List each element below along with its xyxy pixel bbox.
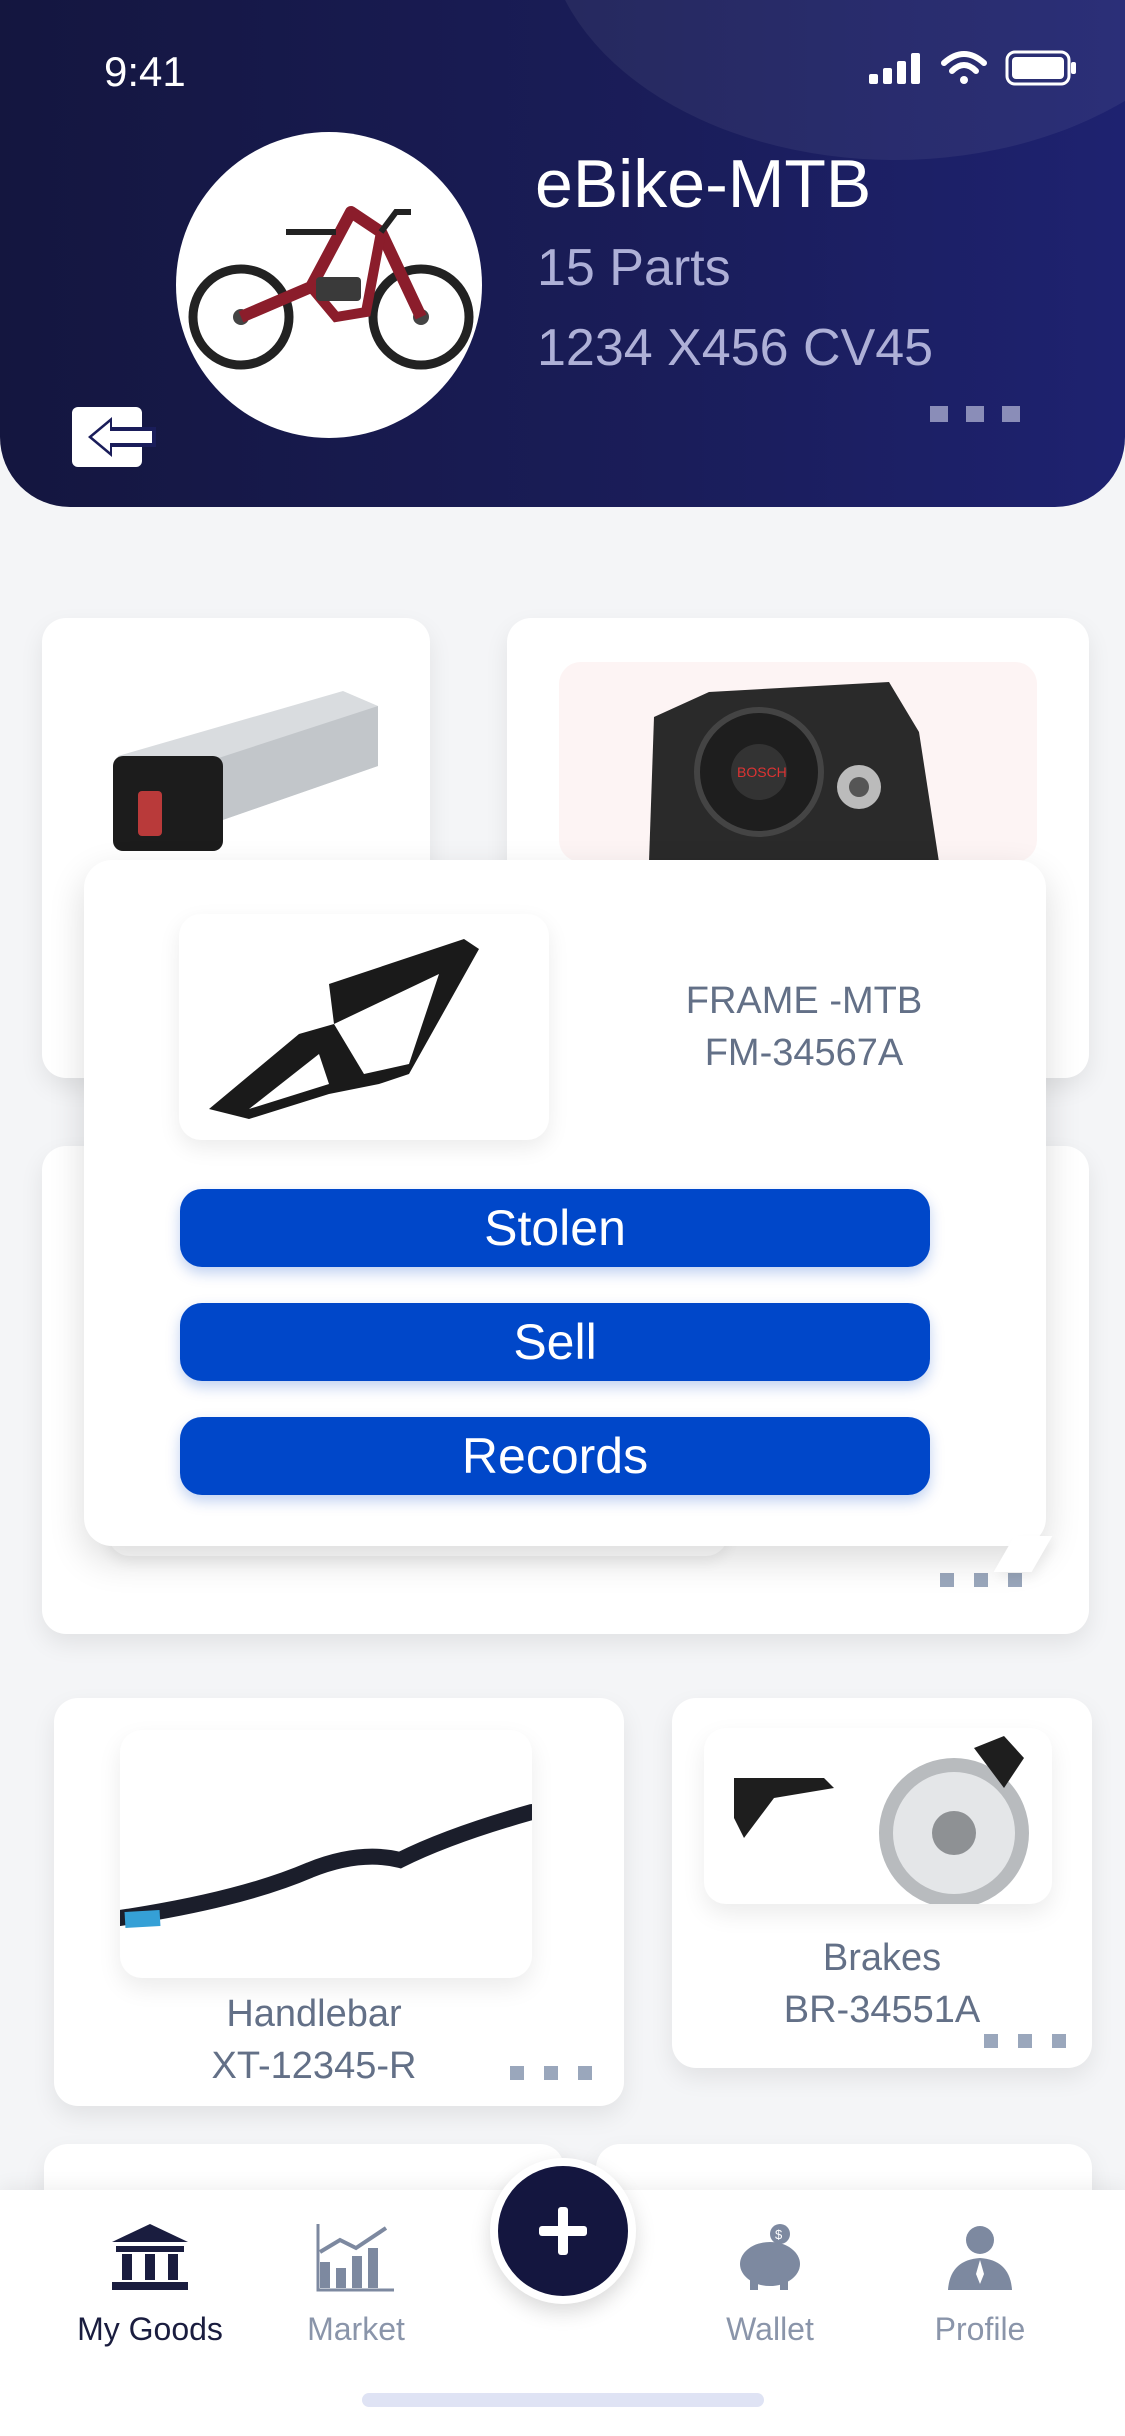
exit-icon: [72, 407, 156, 467]
bike-title: eBike-MTB: [535, 146, 872, 222]
bike-image: [188, 206, 474, 370]
nav-profile[interactable]: Profile: [890, 2222, 1070, 2348]
bike-avatar[interactable]: [176, 132, 482, 438]
motor-image: BOSCH: [559, 662, 1037, 862]
handlebar-code: XT-12345-R: [211, 2045, 417, 2087]
popup-part-title: FRAME -MTB: [685, 980, 923, 1022]
home-indicator: [362, 2393, 764, 2407]
records-button[interactable]: Records: [180, 1417, 930, 1495]
nav-label-wallet: Wallet: [726, 2311, 814, 2347]
more-options-icon[interactable]: [984, 2034, 1066, 2048]
parts-count: 15 Parts: [537, 239, 731, 297]
person-icon: [948, 2226, 1012, 2290]
wifi-icon: [941, 51, 987, 84]
signal-icon: [869, 53, 920, 84]
plus-icon: [539, 2207, 587, 2255]
svg-text:BOSCH: BOSCH: [737, 764, 787, 780]
status-time: 9:41: [104, 48, 186, 95]
sell-button[interactable]: Sell: [180, 1303, 930, 1381]
nav-label-my-goods: My Goods: [77, 2311, 223, 2347]
brakes-card[interactable]: Brakes BR-34551A: [672, 1698, 1092, 2068]
battery-image: [108, 686, 388, 856]
handlebar-image: [120, 1730, 532, 1978]
chart-icon: [316, 2224, 394, 2292]
piggy-bank-icon: $: [740, 2224, 800, 2290]
frame-image: [209, 939, 479, 1119]
nav-my-goods[interactable]: My Goods: [60, 2222, 240, 2348]
part-popup: FRAME -MTB FM-34567A Stolen Sell Records: [84, 860, 1053, 1572]
nav-market[interactable]: Market: [266, 2222, 446, 2348]
nav-label-profile: Profile: [934, 2311, 1026, 2347]
handlebar-card[interactable]: Handlebar XT-12345-R: [54, 1698, 624, 2106]
stolen-button[interactable]: Stolen: [180, 1189, 930, 1267]
popup-part-code: FM-34567A: [704, 1032, 904, 1074]
status-icons: [869, 50, 1077, 86]
popup-part-name: FRAME -MTB FM-34567A: [584, 975, 1024, 1079]
brakes-name: Brakes: [822, 1937, 942, 1979]
handlebar-label: Handlebar XT-12345-R: [104, 1988, 524, 2092]
frame-thumbnail: [179, 914, 549, 1140]
svg-text:$: $: [775, 2227, 783, 2242]
back-button[interactable]: [70, 403, 160, 471]
more-options-icon[interactable]: [940, 1573, 1022, 1587]
brakes-label: Brakes BR-34551A: [672, 1932, 1092, 2036]
more-options-icon[interactable]: [510, 2066, 592, 2080]
nav-label-market: Market: [307, 2311, 405, 2347]
header: 9:41 eBike-MTB 15 Parts 1234 X456 CV45: [0, 0, 1125, 507]
battery-icon: [1005, 50, 1076, 86]
nav-wallet[interactable]: $ Wallet: [680, 2222, 860, 2348]
more-options-icon[interactable]: [930, 406, 1020, 422]
brakes-code: BR-34551A: [783, 1989, 981, 2031]
bike-code: 1234 X456 CV45: [537, 319, 934, 377]
bank-icon: [112, 2224, 188, 2290]
handlebar-name: Handlebar: [226, 1993, 402, 2035]
brakes-image: [704, 1728, 1052, 1904]
add-button[interactable]: [490, 2158, 636, 2304]
